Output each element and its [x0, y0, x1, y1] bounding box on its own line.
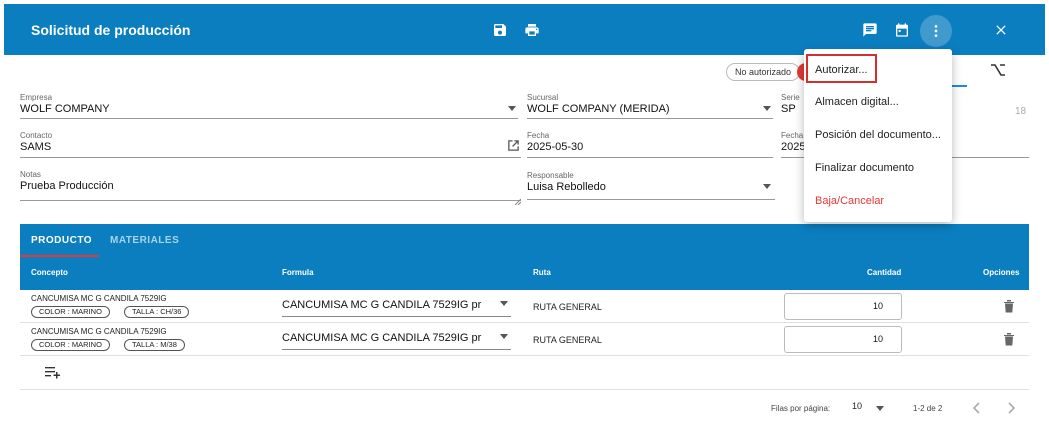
attribute-chip: COLOR : MARINO	[31, 306, 110, 318]
notas-field[interactable]: Notas Prueba Producción	[20, 170, 522, 206]
open-in-new-icon[interactable]	[507, 139, 521, 153]
notas-value: Prueba Producción	[20, 180, 114, 192]
pagination-range: 1-2 de 2	[913, 404, 943, 413]
menu-item-autorizar[interactable]: Autorizar...	[804, 54, 952, 86]
notas-label: Notas	[20, 170, 41, 179]
serie-field[interactable]: Serie SP	[781, 93, 803, 119]
chevron-down-icon	[500, 301, 508, 306]
options-menu: Autorizar... Almacen digital... Posición…	[804, 49, 952, 222]
formula-value: CANCUMISA MC G CANDILA 7529IG pr	[282, 299, 482, 311]
option-key-icon[interactable]	[990, 63, 1008, 79]
fecha-secondary-label: Fecha	[781, 131, 804, 140]
calendar-icon[interactable]	[893, 21, 911, 39]
rows-per-page-label: Filas por página:	[771, 404, 831, 413]
empresa-value: WOLF COMPANY	[20, 103, 110, 115]
row-ruta: RUTA GENERAL	[533, 302, 602, 312]
column-header-formula: Formula	[282, 268, 314, 277]
sucursal-value: WOLF COMPANY (MERIDA)	[527, 103, 670, 115]
fecha-field[interactable]: Fecha 2025-05-30	[527, 131, 773, 158]
formula-select[interactable]: CANCUMISA MC G CANDILA 7529IG pr	[282, 295, 511, 317]
rows-per-page-value: 10	[852, 401, 863, 411]
chevron-down-icon	[876, 406, 884, 411]
fecha-secondary-value: 2025	[781, 141, 806, 153]
row-concept: CANCUMISA MC G CANDILA 7529IG	[31, 294, 167, 303]
cantidad-input[interactable]: 10	[784, 326, 902, 353]
chevron-left-icon[interactable]	[972, 401, 986, 415]
tab-underline	[952, 85, 967, 87]
sucursal-field[interactable]: Sucursal WOLF COMPANY (MERIDA)	[527, 93, 773, 119]
products-table-header: PRODUCTO MATERIALES Concepto Formula Rut…	[20, 224, 1029, 290]
fecha-label: Fecha	[527, 131, 550, 140]
chevron-right-icon[interactable]	[1006, 401, 1020, 415]
more-vert-icon[interactable]	[920, 15, 952, 47]
sucursal-label: Sucursal	[527, 93, 559, 102]
delete-icon[interactable]	[1003, 299, 1017, 313]
comment-icon[interactable]	[861, 21, 879, 39]
serie-label: Serie	[781, 93, 800, 102]
column-header-opciones: Opciones	[983, 268, 1020, 277]
row-concept: CANCUMISA MC G CANDILA 7529IG	[31, 327, 167, 336]
playlist-add-icon[interactable]	[45, 366, 63, 380]
divider	[20, 389, 1029, 390]
app-header: Solicitud de producción	[4, 4, 1045, 55]
tab-indicator	[20, 255, 99, 257]
rows-per-page-select[interactable]: 10	[852, 401, 886, 415]
menu-item-baja-cancelar[interactable]: Baja/Cancelar	[804, 185, 952, 217]
serie-number: 18	[1015, 106, 1027, 117]
menu-item-finalizar-documento[interactable]: Finalizar documento	[804, 152, 952, 184]
formula-select[interactable]: CANCUMISA MC G CANDILA 7529IG pr	[282, 328, 511, 350]
attribute-chip: TALLA : M/38	[124, 339, 185, 351]
attribute-chip: COLOR : MARINO	[31, 339, 110, 351]
column-header-cantidad: Cantidad	[867, 268, 902, 277]
menu-item-almacen-digital[interactable]: Almacen digital...	[804, 86, 952, 118]
menu-item-posicion-documento[interactable]: Posición del documento...	[804, 119, 952, 151]
status-badge: No autorizado	[726, 63, 801, 81]
empresa-field[interactable]: Empresa WOLF COMPANY	[20, 93, 518, 119]
save-icon[interactable]	[491, 21, 509, 39]
cantidad-input[interactable]: 10	[784, 293, 902, 320]
page-title: Solicitud de producción	[31, 22, 191, 38]
chevron-down-icon	[763, 184, 771, 189]
table-row: CANCUMISA MC G CANDILA 7529IG COLOR : MA…	[20, 323, 1029, 356]
chevron-down-icon	[763, 106, 771, 111]
column-header-concepto: Concepto	[31, 268, 68, 277]
chevron-down-icon	[508, 106, 516, 111]
column-header-ruta: Ruta	[533, 268, 551, 277]
formula-value: CANCUMISA MC G CANDILA 7529IG pr	[282, 332, 482, 344]
responsable-label: Responsable	[527, 171, 574, 180]
contacto-field[interactable]: Contacto SAMS	[20, 131, 521, 158]
tab-producto[interactable]: PRODUCTO	[31, 235, 92, 246]
delete-icon[interactable]	[1003, 332, 1017, 346]
serie-value: SP	[781, 103, 796, 115]
contacto-label: Contacto	[20, 131, 53, 140]
print-icon[interactable]	[523, 21, 541, 39]
contacto-value: SAMS	[20, 141, 52, 153]
responsable-value: Luisa Rebolledo	[527, 181, 606, 193]
close-icon[interactable]	[992, 21, 1010, 39]
attribute-chip: TALLA : CH/36	[124, 306, 190, 318]
chevron-down-icon	[500, 334, 508, 339]
empresa-label: Empresa	[20, 93, 53, 102]
responsable-field[interactable]: Responsable Luisa Rebolledo	[527, 171, 775, 200]
row-ruta: RUTA GENERAL	[533, 335, 602, 345]
table-row: CANCUMISA MC G CANDILA 7529IG COLOR : MA…	[20, 290, 1029, 323]
fecha-value: 2025-05-30	[527, 141, 584, 153]
tab-materiales[interactable]: MATERIALES	[110, 235, 179, 246]
resize-handle-icon[interactable]	[514, 192, 522, 206]
